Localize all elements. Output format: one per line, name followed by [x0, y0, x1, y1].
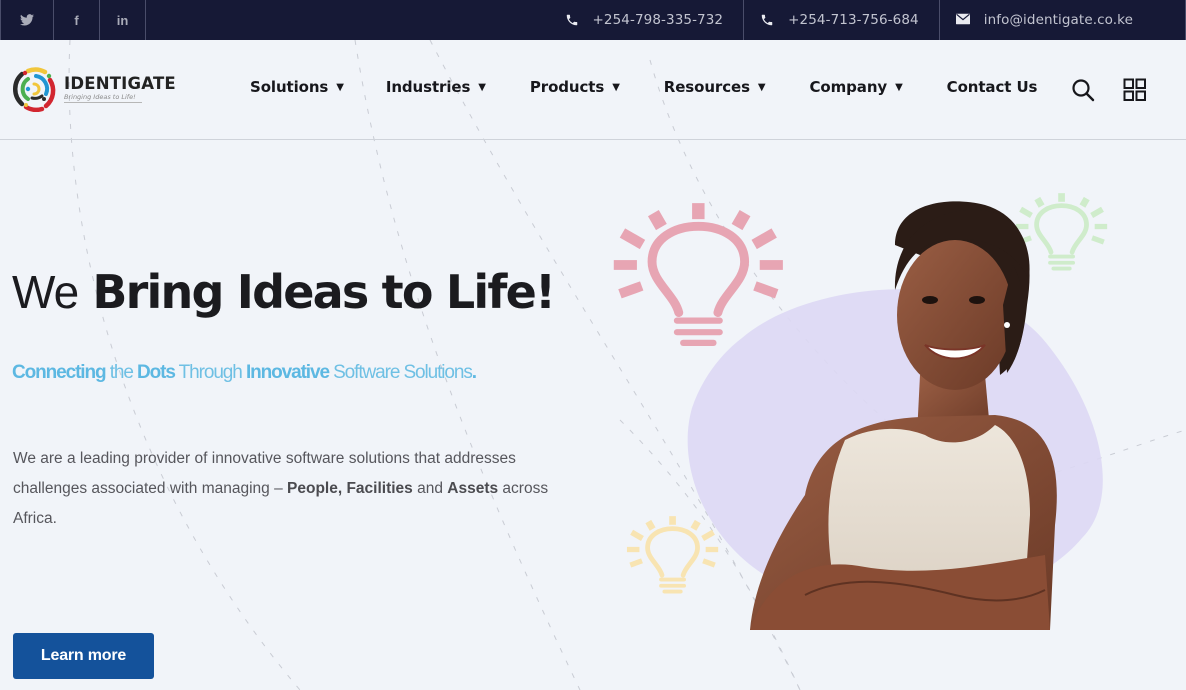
subtitle-word: Connecting [12, 362, 107, 383]
caret-down-icon: ▼ [757, 81, 766, 93]
hero-photo-woman [750, 201, 1057, 630]
nav-label: Company [809, 78, 888, 96]
nav-label: Products [529, 78, 605, 96]
subtitle-word: Software Solutions [333, 362, 473, 383]
hero-description: We are a leading provider of innovative … [13, 444, 573, 534]
caret-down-icon: ▼ [478, 81, 486, 93]
desc-bold: Assets [447, 480, 499, 497]
logo-name: IDENTIGATE [64, 74, 176, 93]
top-bar: f in +254-798-335-732 +254-713-756-684 i… [0, 0, 1186, 40]
caret-down-icon: ▼ [612, 81, 620, 93]
nav-contact-us[interactable]: Contact Us [947, 78, 1038, 96]
subtitle-word: Dots [137, 362, 176, 383]
menu-grid-button[interactable] [1123, 78, 1147, 102]
phone-link-2[interactable]: +254-713-756-684 [744, 0, 940, 40]
nav-label: Solutions [250, 78, 329, 96]
nav-products[interactable]: Products ▼ [530, 78, 620, 96]
learn-more-button[interactable]: Learn more [13, 633, 154, 679]
phone-number-2: +254-713-756-684 [788, 12, 919, 28]
hero-subtitle: Connecting the Dots Through Innovative S… [12, 362, 477, 384]
nav-label: Industries [385, 78, 471, 96]
contact-info: +254-798-335-732 +254-713-756-684 info@i… [549, 0, 1186, 40]
phone-icon [565, 13, 579, 27]
lightbulb-icon-yellow [626, 516, 719, 594]
phone-number-1: +254-798-335-732 [592, 12, 724, 28]
search-button[interactable] [1071, 78, 1095, 102]
grid-icon [1123, 78, 1146, 101]
facebook-link[interactable]: f [54, 0, 100, 40]
email-link[interactable]: info@identigate.co.ke [940, 0, 1186, 40]
linkedin-icon: in [116, 12, 129, 28]
main-nav: Solutions ▼ Industries ▼ Products ▼ Resourc… [250, 78, 1081, 96]
phone-icon [760, 13, 774, 27]
logo-tagline: Bringing Ideas to Life! [64, 93, 142, 103]
nav-solutions[interactable]: Solutions ▼ [250, 78, 344, 96]
logo-icon [12, 67, 56, 112]
email-address: info@identigate.co.ke [983, 12, 1133, 28]
social-links: f in [0, 0, 146, 40]
hero-title-light: We [12, 266, 79, 318]
nav-industries[interactable]: Industries ▼ [386, 78, 486, 96]
site-header: IDENTIGATE Bringing Ideas to Life! Solut… [0, 40, 1186, 140]
phone-link-1[interactable]: +254-798-335-732 [549, 0, 745, 40]
facebook-icon: f [74, 12, 79, 28]
twitter-icon [20, 14, 34, 26]
nav-label: Resources [663, 78, 750, 96]
email-icon [955, 13, 970, 27]
nav-label: Contact Us [946, 78, 1038, 96]
hero-title-bold: Bring Ideas to Life! [92, 265, 556, 319]
caret-down-icon: ▼ [895, 81, 903, 93]
nav-resources[interactable]: Resources ▼ [664, 78, 766, 96]
search-icon [1072, 79, 1095, 102]
logo[interactable]: IDENTIGATE Bringing Ideas to Life! [12, 66, 176, 112]
hero-title: We Bring Ideas to Life! [12, 262, 556, 322]
subtitle-word: . [471, 362, 477, 383]
twitter-link[interactable] [0, 0, 54, 40]
subtitle-word: Innovative [245, 362, 330, 383]
nav-company[interactable]: Company ▼ [810, 78, 903, 96]
caret-down-icon: ▼ [336, 81, 344, 93]
linkedin-link[interactable]: in [100, 0, 146, 40]
subtitle-word: the [109, 362, 134, 383]
desc-bold: People, Facilities [287, 480, 413, 497]
desc-text: and [412, 480, 448, 497]
subtitle-word: Through [178, 362, 243, 383]
